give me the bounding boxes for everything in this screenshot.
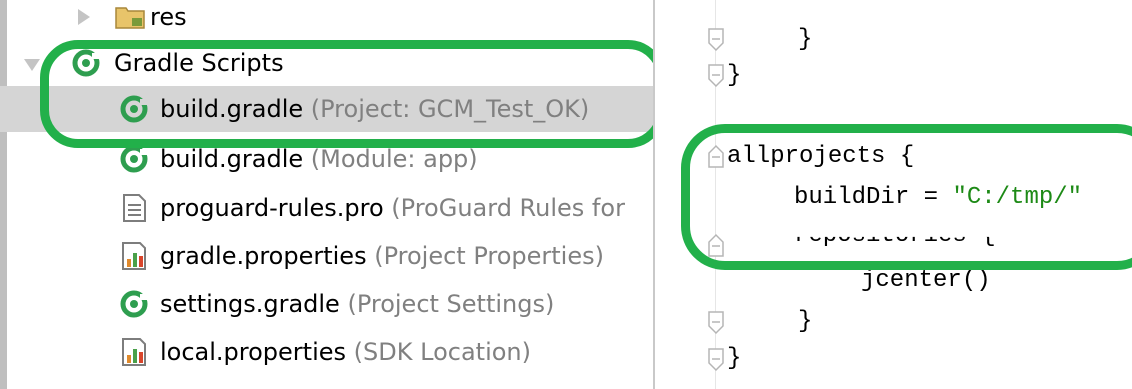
code-line: } — [727, 62, 742, 89]
tree-item-name: Gradle Scripts — [114, 49, 284, 77]
code-line: allprojects { — [727, 143, 915, 170]
tree-item-name: proguard-rules.pro — [160, 194, 384, 222]
tree-item-hint: (Project Settings) — [347, 290, 555, 318]
code-line: repositories { — [794, 222, 996, 249]
code-line: } — [798, 308, 813, 335]
tree-item-name: settings.gradle — [160, 290, 340, 318]
tree-item-settings-gradle[interactable]: settings.gradle (Project Settings) — [0, 281, 653, 327]
collapse-arrow-icon[interactable] — [24, 59, 40, 71]
code-line: jcenter() — [861, 267, 991, 294]
gradle-icon — [120, 145, 148, 173]
text-file-icon — [123, 194, 146, 222]
properties-file-icon — [122, 338, 146, 366]
tree-item-hint: (Project Properties) — [374, 242, 604, 270]
fold-start-icon[interactable] — [707, 232, 725, 258]
tree-item-build-gradle-project[interactable]: build.gradle (Project: GCM_Test_OK) — [0, 86, 653, 132]
properties-file-icon — [122, 242, 146, 270]
tree-item-name: local.properties — [160, 338, 347, 366]
tree-item-gradle-scripts[interactable]: Gradle Scripts — [0, 40, 653, 86]
fold-end-icon[interactable] — [707, 347, 725, 373]
fold-end-icon[interactable] — [707, 310, 725, 336]
tree-item-name: res — [150, 3, 187, 31]
tree-item-res[interactable]: res — [0, 0, 653, 40]
tree-item-hint: (Module: app) — [310, 145, 478, 173]
fold-end-icon[interactable] — [707, 63, 725, 89]
fold-start-icon[interactable] — [707, 143, 725, 169]
project-tree: res Gradle Scripts build.gradle (Project… — [0, 0, 653, 389]
code-line: } — [798, 26, 813, 53]
fold-end-icon[interactable] — [707, 27, 725, 53]
tree-item-hint: (Project: GCM_Test_OK) — [310, 95, 590, 123]
code-line: } — [727, 345, 742, 372]
tree-item-build-gradle-module[interactable]: build.gradle (Module: app) — [0, 136, 653, 182]
gradle-icon — [120, 95, 148, 123]
code-editor[interactable]: } } allprojects { buildDir = "C:/tmp/" r… — [653, 0, 1132, 389]
tree-item-hint: (SDK Location) — [353, 338, 531, 366]
tree-item-hint: (ProGuard Rules for — [391, 194, 625, 222]
tree-item-gradle-properties[interactable]: gradle.properties (Project Properties) — [0, 233, 653, 279]
gradle-icon — [72, 49, 100, 77]
gradle-icon — [120, 290, 148, 318]
code-identifier: buildDir = — [794, 184, 953, 211]
tree-item-name: gradle.properties — [160, 242, 367, 270]
tree-item-local-properties[interactable]: local.properties (SDK Location) — [0, 329, 653, 375]
code-string-literal: "C:/tmp/" — [952, 184, 1083, 211]
folder-icon — [115, 7, 145, 29]
tree-item-name: build.gradle — [160, 95, 304, 123]
tree-item-name: build.gradle — [160, 145, 304, 173]
code-line: buildDir = "C:/tmp/" — [794, 184, 1082, 211]
tree-item-proguard-rules[interactable]: proguard-rules.pro (ProGuard Rules for — [0, 185, 653, 231]
expand-arrow-icon[interactable] — [78, 9, 90, 25]
